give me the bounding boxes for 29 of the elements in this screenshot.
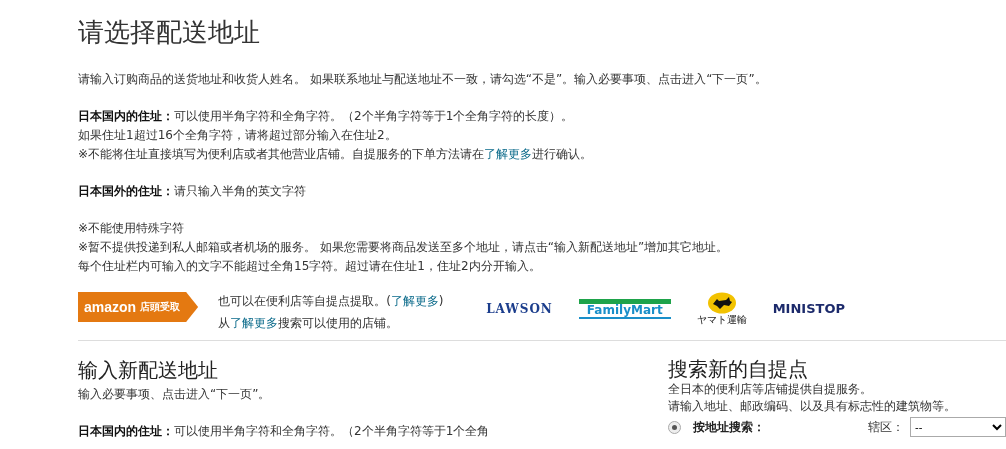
intro-text: 请输入订购商品的送货地址和收货人姓名。 如果联系地址与配送地址不一致，请勾选“不是”。输入必要事项、点击进入“下一页”。 <box>78 71 768 88</box>
store-logo: ヤマト運輸 <box>696 292 747 325</box>
store-logo: LAWSON <box>486 301 553 316</box>
section-text: 日本国内的住址：可以使用半角字符和全角字符。（2个半角字符等于1个全角 <box>78 423 491 440</box>
note-text: 每个住址栏内可输入的文字不能超过全角15字符。超过请在住址1，住址2内分开输入。 <box>78 258 542 275</box>
region-select[interactable]: -- <box>910 417 1006 437</box>
store-logo: FamilyMart <box>578 298 671 319</box>
store-logo: MINISTOP <box>772 301 845 316</box>
section-text: 全日本的便利店等店铺提供自提服务。 <box>668 381 873 398</box>
rule-text: 日本国内的住址：可以使用半角字符和全角字符。（2个半角字符等于1个全角字符的长度）。 <box>78 108 575 125</box>
radio-button[interactable] <box>668 420 681 434</box>
learn-more-link[interactable]: 了解更多 <box>230 316 279 330</box>
note-text: ※暂不提供投递到私人邮箱或者机场的服务。 如果您需要将商品发送至多个地址，请点击“输入新配送地址”增加其它地址。 <box>78 239 730 256</box>
note-text: ※不能使用特殊字符 <box>78 220 186 237</box>
pickup-text: 从了解更多搜索可以使用的店铺。 <box>218 315 400 332</box>
section-text: 请输入地址、邮政编码、以及具有标志性的建筑物等。 <box>668 398 957 415</box>
rule-text: ※不能将住址直接填写为便利店或者其他营业店铺。自提服务的下单方法请在了解更多进行确认。 <box>78 146 594 163</box>
learn-more-link[interactable]: 了解更多 <box>484 147 533 161</box>
pickup-text: 也可以在便利店等自提点提取。(了解更多) <box>218 293 445 310</box>
rule-text: 如果住址1超过16个全角字符，请将超过部分输入在住址2。 <box>78 127 398 144</box>
section-title: 搜索新的自提点 <box>668 357 809 381</box>
field-label: 辖区： <box>868 418 904 436</box>
option-label: 按地址搜索： <box>693 418 765 436</box>
section-text: 输入必要事项、点击进入“下一页”。 <box>78 386 272 403</box>
learn-more-link[interactable]: 了解更多 <box>390 294 439 308</box>
page-title: 请选择配送地址 <box>78 16 261 49</box>
rule-text: 日本国外的住址：请只输入半角的英文字符 <box>78 183 307 200</box>
pickup-badge: amazon 店頭受取 <box>78 292 199 322</box>
section-title: 输入新配送地址 <box>78 357 219 383</box>
